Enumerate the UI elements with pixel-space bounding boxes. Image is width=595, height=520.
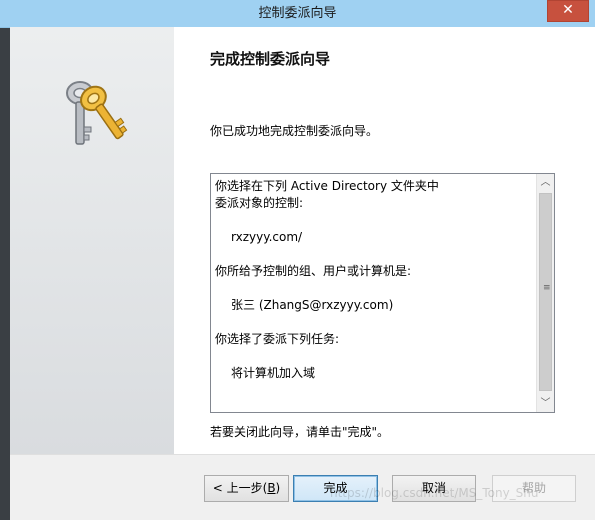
wizard-window: 控制委派向导 ✕ 完成控制委派向导 你已成功地完成控制委派向导。 你选择在下列 … [0, 0, 595, 520]
wizard-content: 完成控制委派向导 你已成功地完成控制委派向导。 你选择在下列 Active Di… [174, 27, 595, 454]
window-title: 控制委派向导 [258, 6, 337, 21]
wizard-frame: 完成控制委派向导 你已成功地完成控制委派向导。 你选择在下列 Active Di… [10, 27, 595, 520]
summary-textbox[interactable]: 你选择在下列 Active Directory 文件夹中 委派对象的控制: rx… [210, 173, 555, 413]
success-message: 你已成功地完成控制委派向导。 [210, 124, 379, 138]
close-button[interactable]: ✕ [547, 0, 589, 22]
wizard-side-panel [10, 27, 174, 454]
title-bar[interactable]: 控制委派向导 ✕ [0, 0, 595, 28]
summary-line2: 委派对象的控制: [215, 196, 304, 210]
back-button-label: < 上一步( [212, 481, 268, 495]
summary-user: 张三 (ZhangS@rxzyyy.com) [231, 298, 394, 312]
back-button-label-end: ) [275, 481, 281, 495]
back-button[interactable]: < 上一步(B) [204, 475, 289, 502]
close-icon: ✕ [562, 2, 574, 18]
watermark: https://blog.csdn.net/MS_Tony_Shu [330, 486, 539, 500]
vertical-scrollbar[interactable]: ︿ ≡ ﹀ [536, 174, 554, 412]
window-edge [0, 0, 10, 520]
grip-icon: ≡ [543, 283, 551, 293]
back-button-accelerator: B [267, 481, 276, 495]
page-title: 完成控制委派向导 [210, 50, 331, 68]
scroll-down-button[interactable]: ﹀ [537, 395, 554, 412]
chevron-up-icon: ︿ [540, 177, 551, 188]
summary-tasks-label: 你选择了委派下列任务: [215, 332, 340, 346]
scrollbar-thumb[interactable]: ≡ [539, 193, 552, 391]
summary-folder: rxzyyy.com/ [231, 230, 303, 244]
summary-line1: 你选择在下列 Active Directory 文件夹中 [215, 179, 439, 193]
finish-hint: 若要关闭此向导，请单击"完成"。 [210, 425, 390, 439]
keys-icon [66, 81, 128, 145]
summary-users-label: 你所给予控制的组、用户或计算机是: [215, 264, 412, 278]
scroll-up-button[interactable]: ︿ [537, 174, 554, 191]
chevron-down-icon: ﹀ [540, 398, 551, 409]
summary-text: 你选择在下列 Active Directory 文件夹中 委派对象的控制: rx… [215, 178, 530, 382]
summary-task: 将计算机加入域 [231, 366, 316, 380]
